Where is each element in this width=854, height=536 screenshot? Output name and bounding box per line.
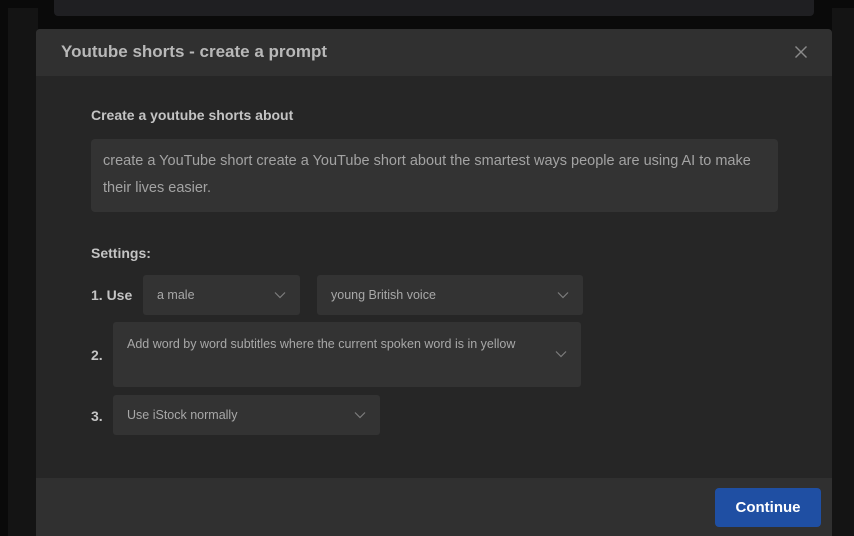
- stock-media-value: Use iStock normally: [127, 408, 238, 422]
- voice-gender-select[interactable]: a male: [143, 275, 300, 315]
- create-prompt-dialog: Youtube shorts - create a prompt Create …: [36, 29, 832, 536]
- setting-2-number: 2.: [91, 347, 103, 363]
- chevron-down-icon: [555, 351, 567, 358]
- prompt-label: Create a youtube shorts about: [91, 107, 294, 123]
- prompt-text-field[interactable]: create a YouTube short create a YouTube …: [91, 139, 778, 212]
- chevron-down-icon: [274, 292, 286, 299]
- voice-gender-value: a male: [157, 288, 195, 302]
- chevron-down-icon: [354, 412, 366, 419]
- setting-1-number: 1. Use: [91, 287, 133, 303]
- dialog-title: Youtube shorts - create a prompt: [61, 42, 328, 61]
- background-panel-left: [8, 8, 38, 536]
- stock-media-select[interactable]: Use iStock normally: [113, 395, 380, 435]
- subtitles-select[interactable]: Add word by word subtitles where the cur…: [113, 322, 581, 387]
- dialog-header: Youtube shorts - create a prompt: [36, 29, 832, 76]
- dialog-footer: Continue: [36, 478, 832, 536]
- close-button[interactable]: [792, 43, 810, 61]
- setting-3-number: 3.: [91, 408, 103, 424]
- close-icon: [795, 46, 807, 58]
- continue-button[interactable]: Continue: [715, 488, 821, 527]
- voice-style-select[interactable]: young British voice: [317, 275, 583, 315]
- subtitles-value: Add word by word subtitles where the cur…: [127, 337, 516, 351]
- settings-heading: Settings:: [91, 245, 151, 261]
- chevron-down-icon: [557, 292, 569, 299]
- background-panel-right: [832, 8, 854, 536]
- voice-style-value: young British voice: [331, 288, 436, 302]
- background-window-edge: [54, 0, 814, 16]
